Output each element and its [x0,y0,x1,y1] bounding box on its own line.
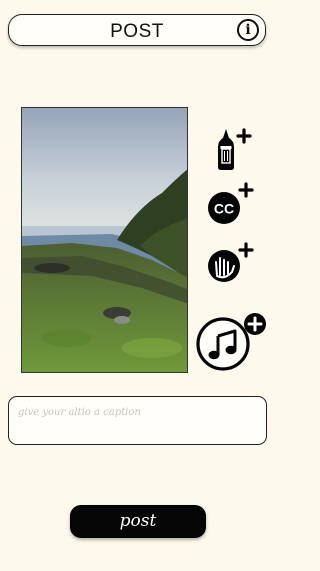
top-bar: POST i [8,14,266,46]
caption-placeholder: give your altio a caption [18,407,141,418]
info-icon[interactable]: i [237,19,259,41]
hand-plus-icon[interactable] [205,242,255,287]
closed-captions-plus-icon[interactable]: CC [205,182,255,227]
caption-input[interactable]: give your altio a caption [8,396,267,445]
page-title: POST [110,21,164,42]
music-note-plus-icon[interactable] [194,312,268,374]
post-button[interactable]: post [70,505,206,538]
paint-tube-plus-icon[interactable] [205,127,255,172]
cc-label: CC [214,201,234,217]
photo-preview [21,107,188,373]
